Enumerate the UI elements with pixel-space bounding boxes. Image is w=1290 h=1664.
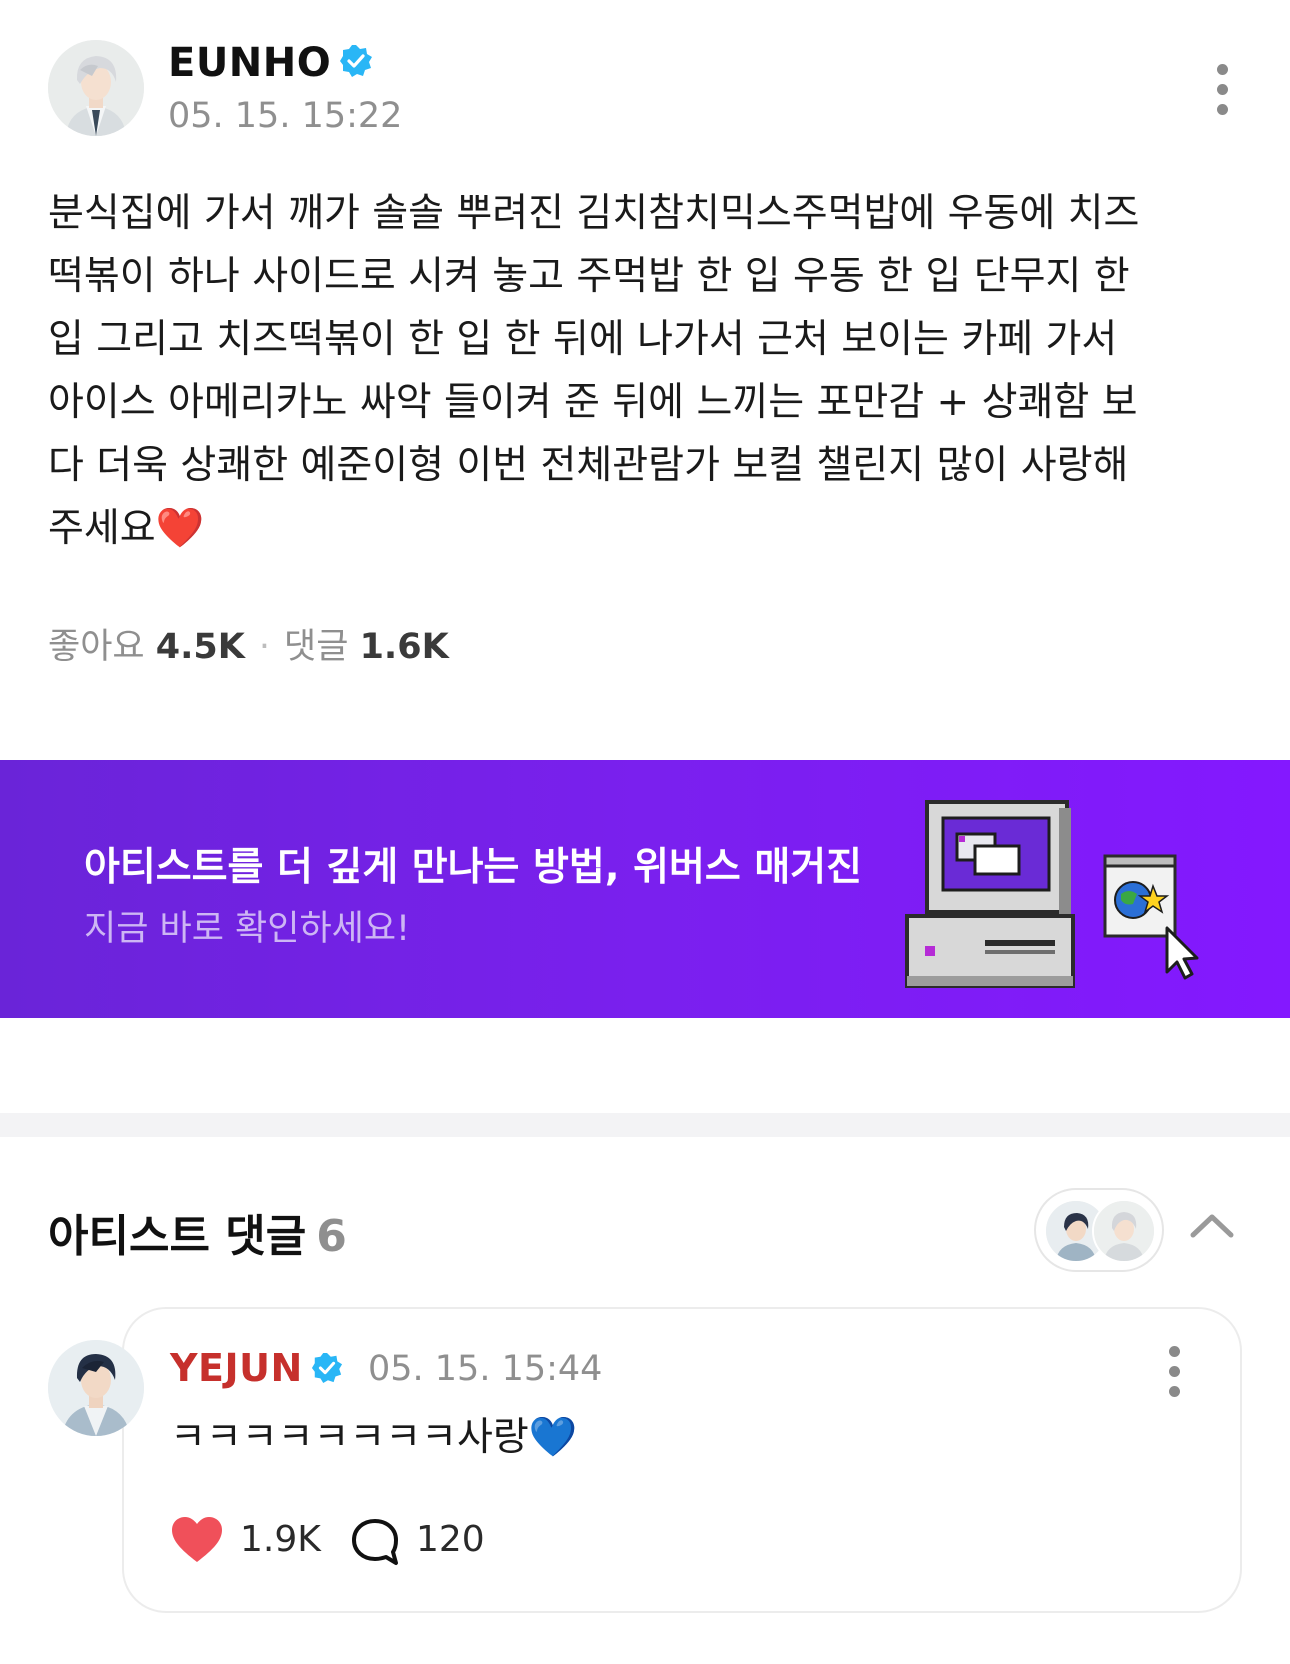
comment-reply-count: 120 <box>416 1519 485 1560</box>
likes-count: 4.5K <box>155 627 245 667</box>
likes-stat[interactable]: 좋아요 4.5K <box>48 627 245 667</box>
red-heart-emoji: ❤️ <box>155 506 205 551</box>
comment-reply-button[interactable] <box>350 1517 400 1571</box>
comment-bubble-icon <box>352 1519 398 1565</box>
comment-text: ㅋㅋㅋㅋㅋㅋㅋㅋ사랑💙 <box>170 1406 577 1462</box>
artist-comments-label: 아티스트 댓글 <box>48 1211 307 1262</box>
magazine-banner[interactable]: 아티스트를 더 깊게 만나는 방법, 위버스 매거진 지금 바로 확인하세요! <box>0 760 1290 1018</box>
post-header: EUNHO 05. 15. 15:22 <box>48 40 1242 140</box>
post-body-text: 분식집에 가서 깨가 솔솔 뿌려진 김치참치믹스주먹밥에 우동에 치즈 떡볶이 … <box>48 191 1140 551</box>
post-stats: 좋아요 4.5K · 댓글 1.6K <box>48 618 449 669</box>
banner-title: 아티스트를 더 깊게 만나는 방법, 위버스 매거진 <box>84 845 863 890</box>
comments-count: 1.6K <box>359 627 449 667</box>
comment-text-body: ㅋㅋㅋㅋㅋㅋㅋㅋ사랑 <box>170 1415 529 1460</box>
verified-badge-icon <box>339 42 373 88</box>
comments-stat[interactable]: 댓글 1.6K <box>284 627 449 667</box>
comment-like-count: 1.9K <box>240 1519 321 1560</box>
heart-icon <box>172 1517 222 1562</box>
artist-comments-count: 6 <box>316 1211 347 1262</box>
cursor-icon <box>1165 926 1199 980</box>
author-name[interactable]: EUNHO <box>168 40 373 88</box>
section-divider <box>0 1113 1290 1137</box>
comment-author-text: YEJUN <box>170 1346 303 1390</box>
comment-more-vertical-icon[interactable] <box>1162 1346 1186 1404</box>
post-body: 분식집에 가서 깨가 솔솔 뿌려진 김치참치믹스주먹밥에 우동에 치즈 떡볶이 … <box>48 182 1248 560</box>
artist-avatar-group[interactable] <box>1034 1188 1164 1272</box>
comment-like-button[interactable] <box>170 1515 224 1569</box>
banner-subtitle: 지금 바로 확인하세요! <box>84 909 411 949</box>
comment-author-name[interactable]: YEJUN <box>170 1346 343 1393</box>
comments-label: 댓글 <box>284 627 349 667</box>
blue-heart-emoji: 💙 <box>528 1415 578 1460</box>
more-vertical-icon[interactable] <box>1202 64 1242 128</box>
post-timestamp: 05. 15. 15:22 <box>168 96 403 136</box>
stat-separator: · <box>258 627 271 667</box>
author-avatar[interactable] <box>48 40 144 136</box>
likes-label: 좋아요 <box>48 627 145 667</box>
computer-icon <box>905 800 1199 988</box>
comment-author-avatar[interactable] <box>48 1340 144 1436</box>
chevron-up-icon[interactable] <box>1187 1205 1237 1245</box>
globe-star-icon <box>1103 854 1177 938</box>
artist-avatar-small-2 <box>1092 1199 1156 1263</box>
comment-timestamp: 05. 15. 15:44 <box>368 1349 603 1389</box>
author-name-text: EUNHO <box>168 40 332 86</box>
artist-comments-title: 아티스트 댓글 6 <box>48 1200 347 1264</box>
verified-badge-icon <box>311 1349 343 1393</box>
